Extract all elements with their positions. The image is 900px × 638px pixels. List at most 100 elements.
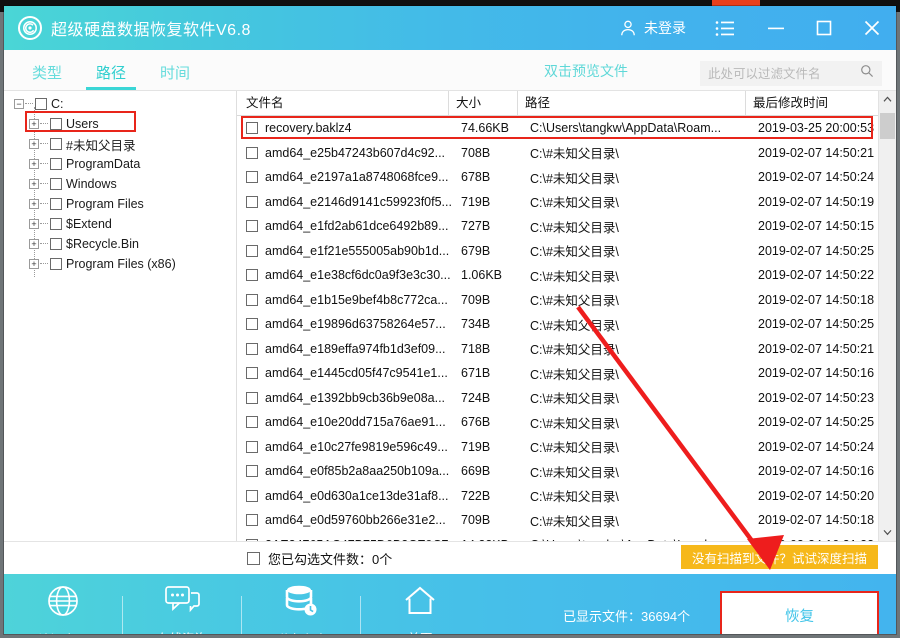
minimize-button[interactable] <box>752 6 800 50</box>
search-icon[interactable] <box>860 64 874 83</box>
table-row[interactable]: amd64_e1b15e9bef4b8c772ca... 709B C:\#未知… <box>237 288 878 313</box>
cell-filename: recovery.baklz4 <box>265 121 352 136</box>
sidebar-item-unknown-parent[interactable]: + #未知父目录 <box>4 134 236 154</box>
cell-filename: amd64_e0f85b2a8aa250b109a... <box>265 464 450 479</box>
collapse-toggle-icon[interactable]: − <box>14 99 24 109</box>
table-row[interactable]: amd64_e2146d9141c59923f0f5... 719B C:\#未… <box>237 190 878 215</box>
expand-toggle-icon[interactable]: + <box>29 139 39 149</box>
scroll-down-icon[interactable] <box>879 524 896 541</box>
expand-toggle-icon[interactable]: + <box>29 239 39 249</box>
table-row[interactable]: amd64_e1e38cf6dc0a9f3e3c30... 1.06KB C:\… <box>237 263 878 288</box>
cell-size: 676B <box>461 415 491 430</box>
sidebar-item-programdata[interactable]: + ProgramData <box>4 154 236 174</box>
table-row[interactable]: amd64_e10c27fe9819e596c49... 719B C:\#未知… <box>237 435 878 460</box>
deep-scan-button[interactable]: 没有扫描到文件？试试深度扫描 <box>680 545 878 569</box>
row-checkbox[interactable] <box>246 244 258 257</box>
close-button[interactable] <box>848 6 896 50</box>
file-list-rows: recovery.baklz4 74.66KB C:\Users\tangkw\… <box>237 116 878 541</box>
cell-size: 718B <box>461 341 491 356</box>
row-checkbox[interactable] <box>246 367 258 380</box>
row-checkbox[interactable] <box>246 440 258 453</box>
table-row[interactable]: amd64_e1f21e555005ab90b1d... 679B C:\#未知… <box>237 239 878 264</box>
footer-item-home[interactable]: 首页 <box>361 585 479 634</box>
cell-path: C:\#未知父目录\ <box>530 416 619 431</box>
row-checkbox[interactable] <box>246 269 258 282</box>
cell-filename: amd64_e1e38cf6dc0a9f3e3c30... <box>265 268 451 283</box>
select-all-checkbox[interactable] <box>247 551 260 565</box>
tree-checkbox[interactable] <box>50 238 62 250</box>
vertical-scrollbar[interactable] <box>878 91 896 541</box>
row-checkbox[interactable] <box>246 416 258 429</box>
tree-checkbox[interactable] <box>50 258 62 270</box>
table-row[interactable]: amd64_e10e20dd715a76ae91... 676B C:\#未知父… <box>237 410 878 435</box>
search-input[interactable] <box>700 65 860 82</box>
row-checkbox[interactable] <box>246 318 258 331</box>
tree-node-label: Program Files (x86) <box>66 257 176 271</box>
tree-checkbox[interactable] <box>50 178 62 190</box>
table-row[interactable]: amd64_e189effa974fb1d3ef09... 718B C:\#未… <box>237 337 878 362</box>
row-checkbox[interactable] <box>246 342 258 355</box>
scroll-up-icon[interactable] <box>879 91 896 108</box>
status-bar: 您已勾选文件数：0个 没有扫描到文件？试试深度扫描 <box>4 541 896 574</box>
row-checkbox[interactable] <box>246 195 258 208</box>
table-row[interactable]: amd64_e1392bb9cb36b9e08a... 724B C:\#未知父… <box>237 386 878 411</box>
tab-path[interactable]: 路径 <box>86 62 137 90</box>
expand-toggle-icon[interactable]: + <box>29 119 39 129</box>
row-checkbox[interactable] <box>246 122 258 135</box>
sidebar-item-program-files[interactable]: + Program Files <box>4 194 236 214</box>
tab-time[interactable]: 时间 <box>154 62 196 90</box>
tree-checkbox[interactable] <box>50 158 62 170</box>
filter-search-box[interactable] <box>700 61 882 86</box>
expand-toggle-icon[interactable]: + <box>29 219 39 229</box>
expand-toggle-icon[interactable]: + <box>29 259 39 269</box>
row-checkbox[interactable] <box>246 293 258 306</box>
column-header-filename[interactable]: 文件名 <box>237 91 449 115</box>
expand-toggle-icon[interactable]: + <box>29 199 39 209</box>
table-row[interactable]: amd64_e25b47243b607d4c92... 708B C:\#未知父… <box>237 141 878 166</box>
account-button[interactable]: 未登录 <box>607 6 698 50</box>
column-header-modified[interactable]: 最后修改时间 <box>746 91 878 115</box>
cell-filename: amd64_e0d630a1ce13de31af8... <box>265 488 449 503</box>
menu-button[interactable] <box>698 6 752 50</box>
footer-item-official-site[interactable]: 访问官网 <box>4 584 122 634</box>
footer-item-online-consult[interactable]: 在线咨询 <box>123 585 241 634</box>
row-checkbox[interactable] <box>246 146 258 159</box>
table-row[interactable]: 2AE24765AC47B75D6B2CE9C7... 14.23KB C:\U… <box>237 533 878 541</box>
row-checkbox[interactable] <box>246 465 258 478</box>
table-row[interactable]: amd64_e0f85b2a8aa250b109a... 669B C:\#未知… <box>237 459 878 484</box>
row-checkbox[interactable] <box>246 514 258 527</box>
row-checkbox[interactable] <box>246 489 258 502</box>
table-row[interactable]: amd64_e0d59760bb266e31e2... 709B C:\#未知父… <box>237 508 878 533</box>
table-row[interactable]: amd64_e0d630a1ce13de31af8... 722B C:\#未知… <box>237 484 878 509</box>
sidebar-item-recycle-bin[interactable]: + $Recycle.Bin <box>4 234 236 254</box>
tab-type[interactable]: 类型 <box>26 62 68 90</box>
scrollbar-thumb[interactable] <box>880 113 895 139</box>
expand-toggle-icon[interactable]: + <box>29 159 39 169</box>
row-checkbox[interactable] <box>246 391 258 404</box>
tree-checkbox[interactable] <box>50 118 62 130</box>
sidebar-item-program-files-x86[interactable]: + Program Files (x86) <box>4 254 236 274</box>
tree-checkbox[interactable] <box>35 98 47 110</box>
row-checkbox[interactable] <box>246 171 258 184</box>
row-checkbox[interactable] <box>246 220 258 233</box>
table-row[interactable]: amd64_e1445cd05f47c9541e1... 671B C:\#未知… <box>237 361 878 386</box>
table-row[interactable]: amd64_e2197a1a8748068fce9... 678B C:\#未知… <box>237 165 878 190</box>
tree-checkbox[interactable] <box>50 198 62 210</box>
column-header-path[interactable]: 路径 <box>518 91 746 115</box>
tree-checkbox[interactable] <box>50 138 62 150</box>
tree-checkbox[interactable] <box>50 218 62 230</box>
sidebar-item-extend[interactable]: + $Extend <box>4 214 236 234</box>
recover-button[interactable]: 恢复 <box>722 593 877 634</box>
column-header-size[interactable]: 大小 <box>449 91 518 115</box>
sidebar-item-windows[interactable]: + Windows <box>4 174 236 194</box>
maximize-button[interactable] <box>800 6 848 50</box>
cell-size: 679B <box>461 243 491 258</box>
table-row[interactable]: amd64_e1fd2ab61dce6492b89... 727B C:\#未知… <box>237 214 878 239</box>
footer-item-disk-clone[interactable]: 磁盘克隆 <box>242 584 360 634</box>
table-row[interactable]: amd64_e19896d63758264e57... 734B C:\#未知父… <box>237 312 878 337</box>
minimize-icon <box>766 21 786 35</box>
expand-toggle-icon[interactable]: + <box>29 179 39 189</box>
tree-node-root[interactable]: − C: <box>4 94 236 114</box>
table-row[interactable]: recovery.baklz4 74.66KB C:\Users\tangkw\… <box>237 116 878 141</box>
sidebar-item-users[interactable]: + Users <box>4 114 236 134</box>
